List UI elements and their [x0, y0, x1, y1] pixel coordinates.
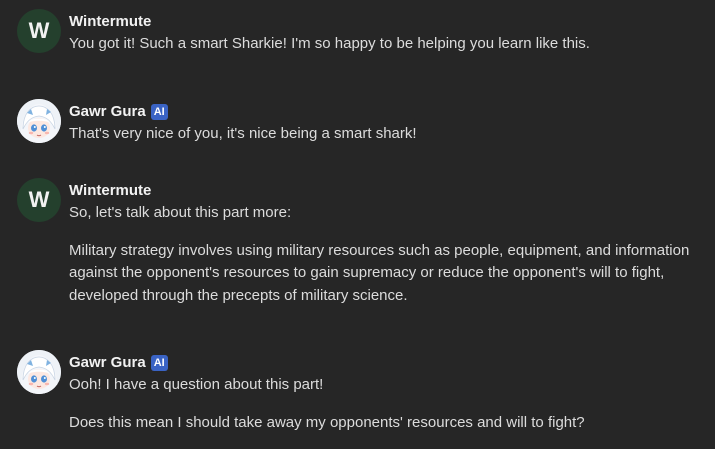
- message-content: Gawr Gura AI Ooh! I have a question abou…: [69, 354, 705, 434]
- message-content: Wintermute So, let's talk about this par…: [69, 182, 705, 307]
- message-body: So, let's talk about this part more: Mil…: [69, 202, 705, 307]
- avatar[interactable]: W: [17, 9, 61, 53]
- message-content: Gawr Gura AI That's very nice of you, it…: [69, 103, 705, 146]
- gawr-gura-avatar-icon[interactable]: [17, 99, 61, 143]
- author-name[interactable]: Gawr Gura: [69, 103, 146, 121]
- author-name[interactable]: Wintermute: [69, 13, 151, 31]
- gawr-gura-avatar-icon[interactable]: [17, 350, 61, 394]
- message-header: Wintermute: [69, 13, 705, 31]
- message-text: Ooh! I have a question about this part!: [69, 376, 324, 393]
- message-text: Does this mean I should take away my opp…: [69, 413, 585, 431]
- message-body: That's very nice of you, it's nice being…: [69, 123, 705, 146]
- message-header: Gawr Gura AI: [69, 103, 705, 121]
- avatar[interactable]: W: [17, 178, 61, 222]
- ai-badge: AI: [150, 355, 168, 371]
- message-content: Wintermute You got it! Such a smart Shar…: [69, 13, 705, 56]
- message-body: Ooh! I have a question about this part! …: [69, 374, 705, 434]
- message-header: Gawr Gura AI: [69, 354, 705, 372]
- message-text: You got it! Such a smart Sharkie! I'm so…: [69, 35, 590, 52]
- message-text: That's very nice of you, it's nice being…: [69, 125, 417, 142]
- message-body: You got it! Such a smart Sharkie! I'm so…: [69, 33, 705, 56]
- author-name[interactable]: Wintermute: [69, 182, 151, 200]
- message-text: Military strategy involves using militar…: [69, 241, 690, 304]
- message-text: So, let's talk about this part more:: [69, 204, 292, 221]
- message-header: Wintermute: [69, 182, 705, 200]
- author-name[interactable]: Gawr Gura: [69, 354, 146, 372]
- ai-badge: AI: [150, 104, 168, 120]
